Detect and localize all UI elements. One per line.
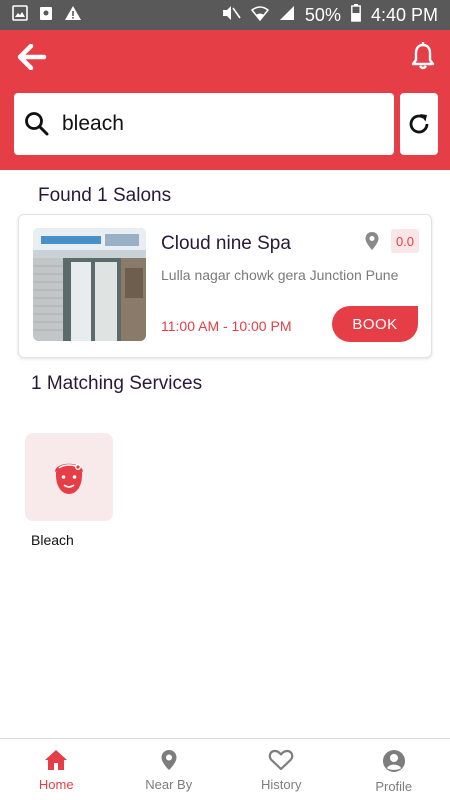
search-input[interactable]	[62, 112, 362, 136]
rating-badge: 0.0	[391, 229, 419, 253]
nav-home[interactable]: Home	[0, 739, 113, 800]
refresh-icon	[409, 114, 429, 134]
location-icon	[365, 232, 379, 250]
salon-hours: 11:00 AM - 10:00 PM	[161, 318, 292, 334]
notifications-button[interactable]	[408, 40, 438, 72]
bottom-navigation: Home Near By History Profile	[0, 738, 450, 800]
bell-icon	[411, 42, 435, 70]
mute-icon	[221, 5, 241, 26]
service-tile-bleach[interactable]	[25, 433, 113, 521]
status-bar: 50% 4:40 PM	[0, 0, 450, 30]
salons-section-title: Found 1 Salons	[38, 185, 172, 206]
salon-card[interactable]: Cloud nine Spa 0.0 Lulla nagar chowk ger…	[18, 214, 432, 358]
profile-icon	[382, 750, 405, 772]
warning-icon	[64, 5, 82, 26]
back-button[interactable]	[14, 42, 50, 72]
service-label: Bleach	[31, 532, 74, 548]
clock: 4:40 PM	[370, 4, 438, 25]
gallery-notification-icon	[12, 4, 28, 26]
nav-home-label: Home	[38, 777, 74, 792]
home-icon	[45, 750, 68, 770]
nav-near-by-label: Near By	[145, 777, 193, 792]
wifi-icon	[250, 5, 269, 26]
app-bar	[0, 30, 450, 170]
salon-address: Lulla nagar chowk gera Junction Pune	[161, 267, 399, 283]
back-arrow-icon	[17, 44, 47, 70]
search-bar	[14, 93, 394, 155]
signal-icon	[279, 5, 295, 26]
nav-profile-label: Profile	[375, 779, 413, 794]
salon-photo	[33, 228, 146, 341]
battery-icon	[351, 3, 361, 27]
nav-profile[interactable]: Profile	[338, 739, 450, 800]
search-icon	[25, 112, 49, 136]
services-section-title: 1 Matching Services	[31, 373, 203, 394]
nav-near-by[interactable]: Near By	[113, 739, 226, 800]
app-notification-icon	[38, 5, 54, 26]
heart-icon	[268, 749, 294, 771]
salon-name[interactable]: Cloud nine Spa	[161, 233, 291, 255]
refresh-button[interactable]	[400, 93, 438, 155]
nav-history[interactable]: History	[225, 739, 338, 800]
book-button[interactable]: BOOK	[332, 306, 418, 342]
location-pin-icon	[161, 750, 177, 770]
face-mask-icon	[55, 463, 83, 494]
battery-percentage: 50%	[304, 4, 341, 25]
nav-history-label: History	[261, 777, 302, 792]
